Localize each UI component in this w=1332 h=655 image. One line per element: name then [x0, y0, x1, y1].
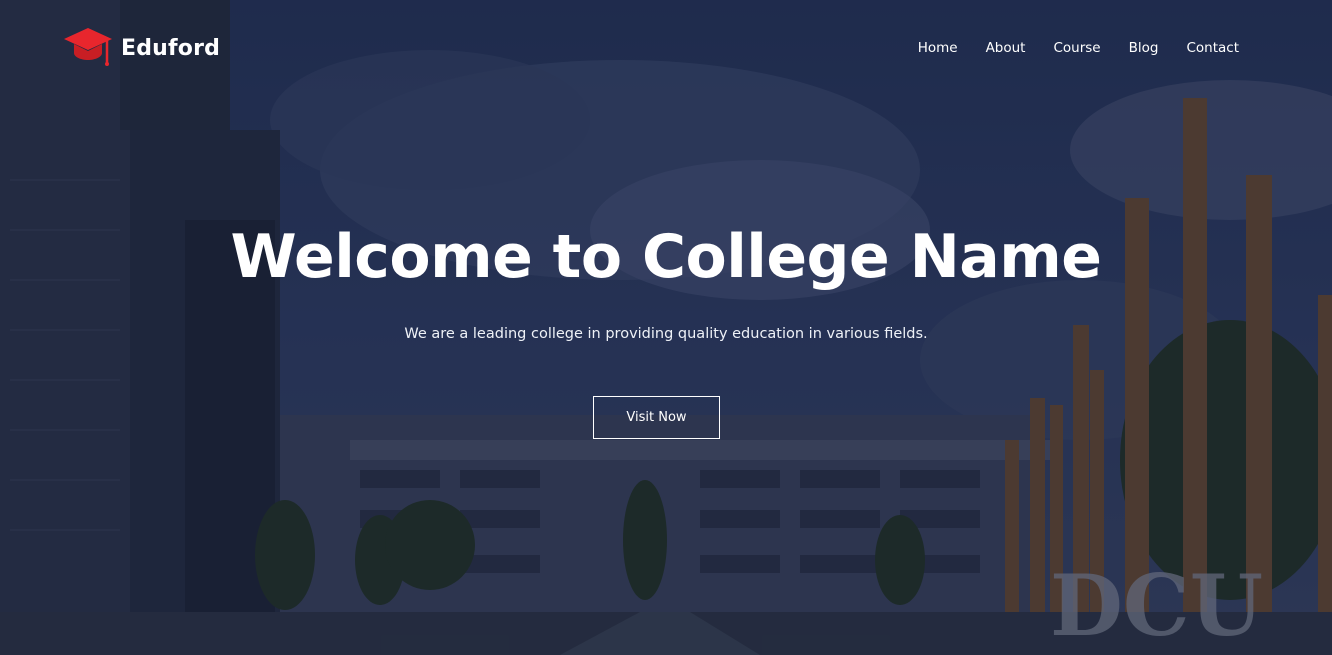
- hero-title: Welcome to College Name: [230, 222, 1102, 292]
- graduation-cap-icon: [63, 26, 113, 70]
- nav-link-about[interactable]: About: [986, 40, 1026, 56]
- hero-subtitle: We are a leading college in providing qu…: [404, 326, 928, 342]
- nav-link-course[interactable]: Course: [1053, 40, 1100, 56]
- hero-section: DCU Eduford Home About Course Blog Conta…: [0, 0, 1332, 655]
- visit-now-button[interactable]: Visit Now: [593, 396, 720, 439]
- nav-link-home[interactable]: Home: [918, 40, 958, 56]
- nav-link-contact[interactable]: Contact: [1186, 40, 1239, 56]
- brand-name: Eduford: [121, 35, 221, 61]
- main-nav: Home About Course Blog Contact: [890, 40, 1239, 56]
- brand-logo[interactable]: Eduford: [63, 26, 220, 70]
- nav-link-blog[interactable]: Blog: [1129, 40, 1159, 56]
- navbar: Eduford Home About Course Blog Contact: [0, 0, 1332, 90]
